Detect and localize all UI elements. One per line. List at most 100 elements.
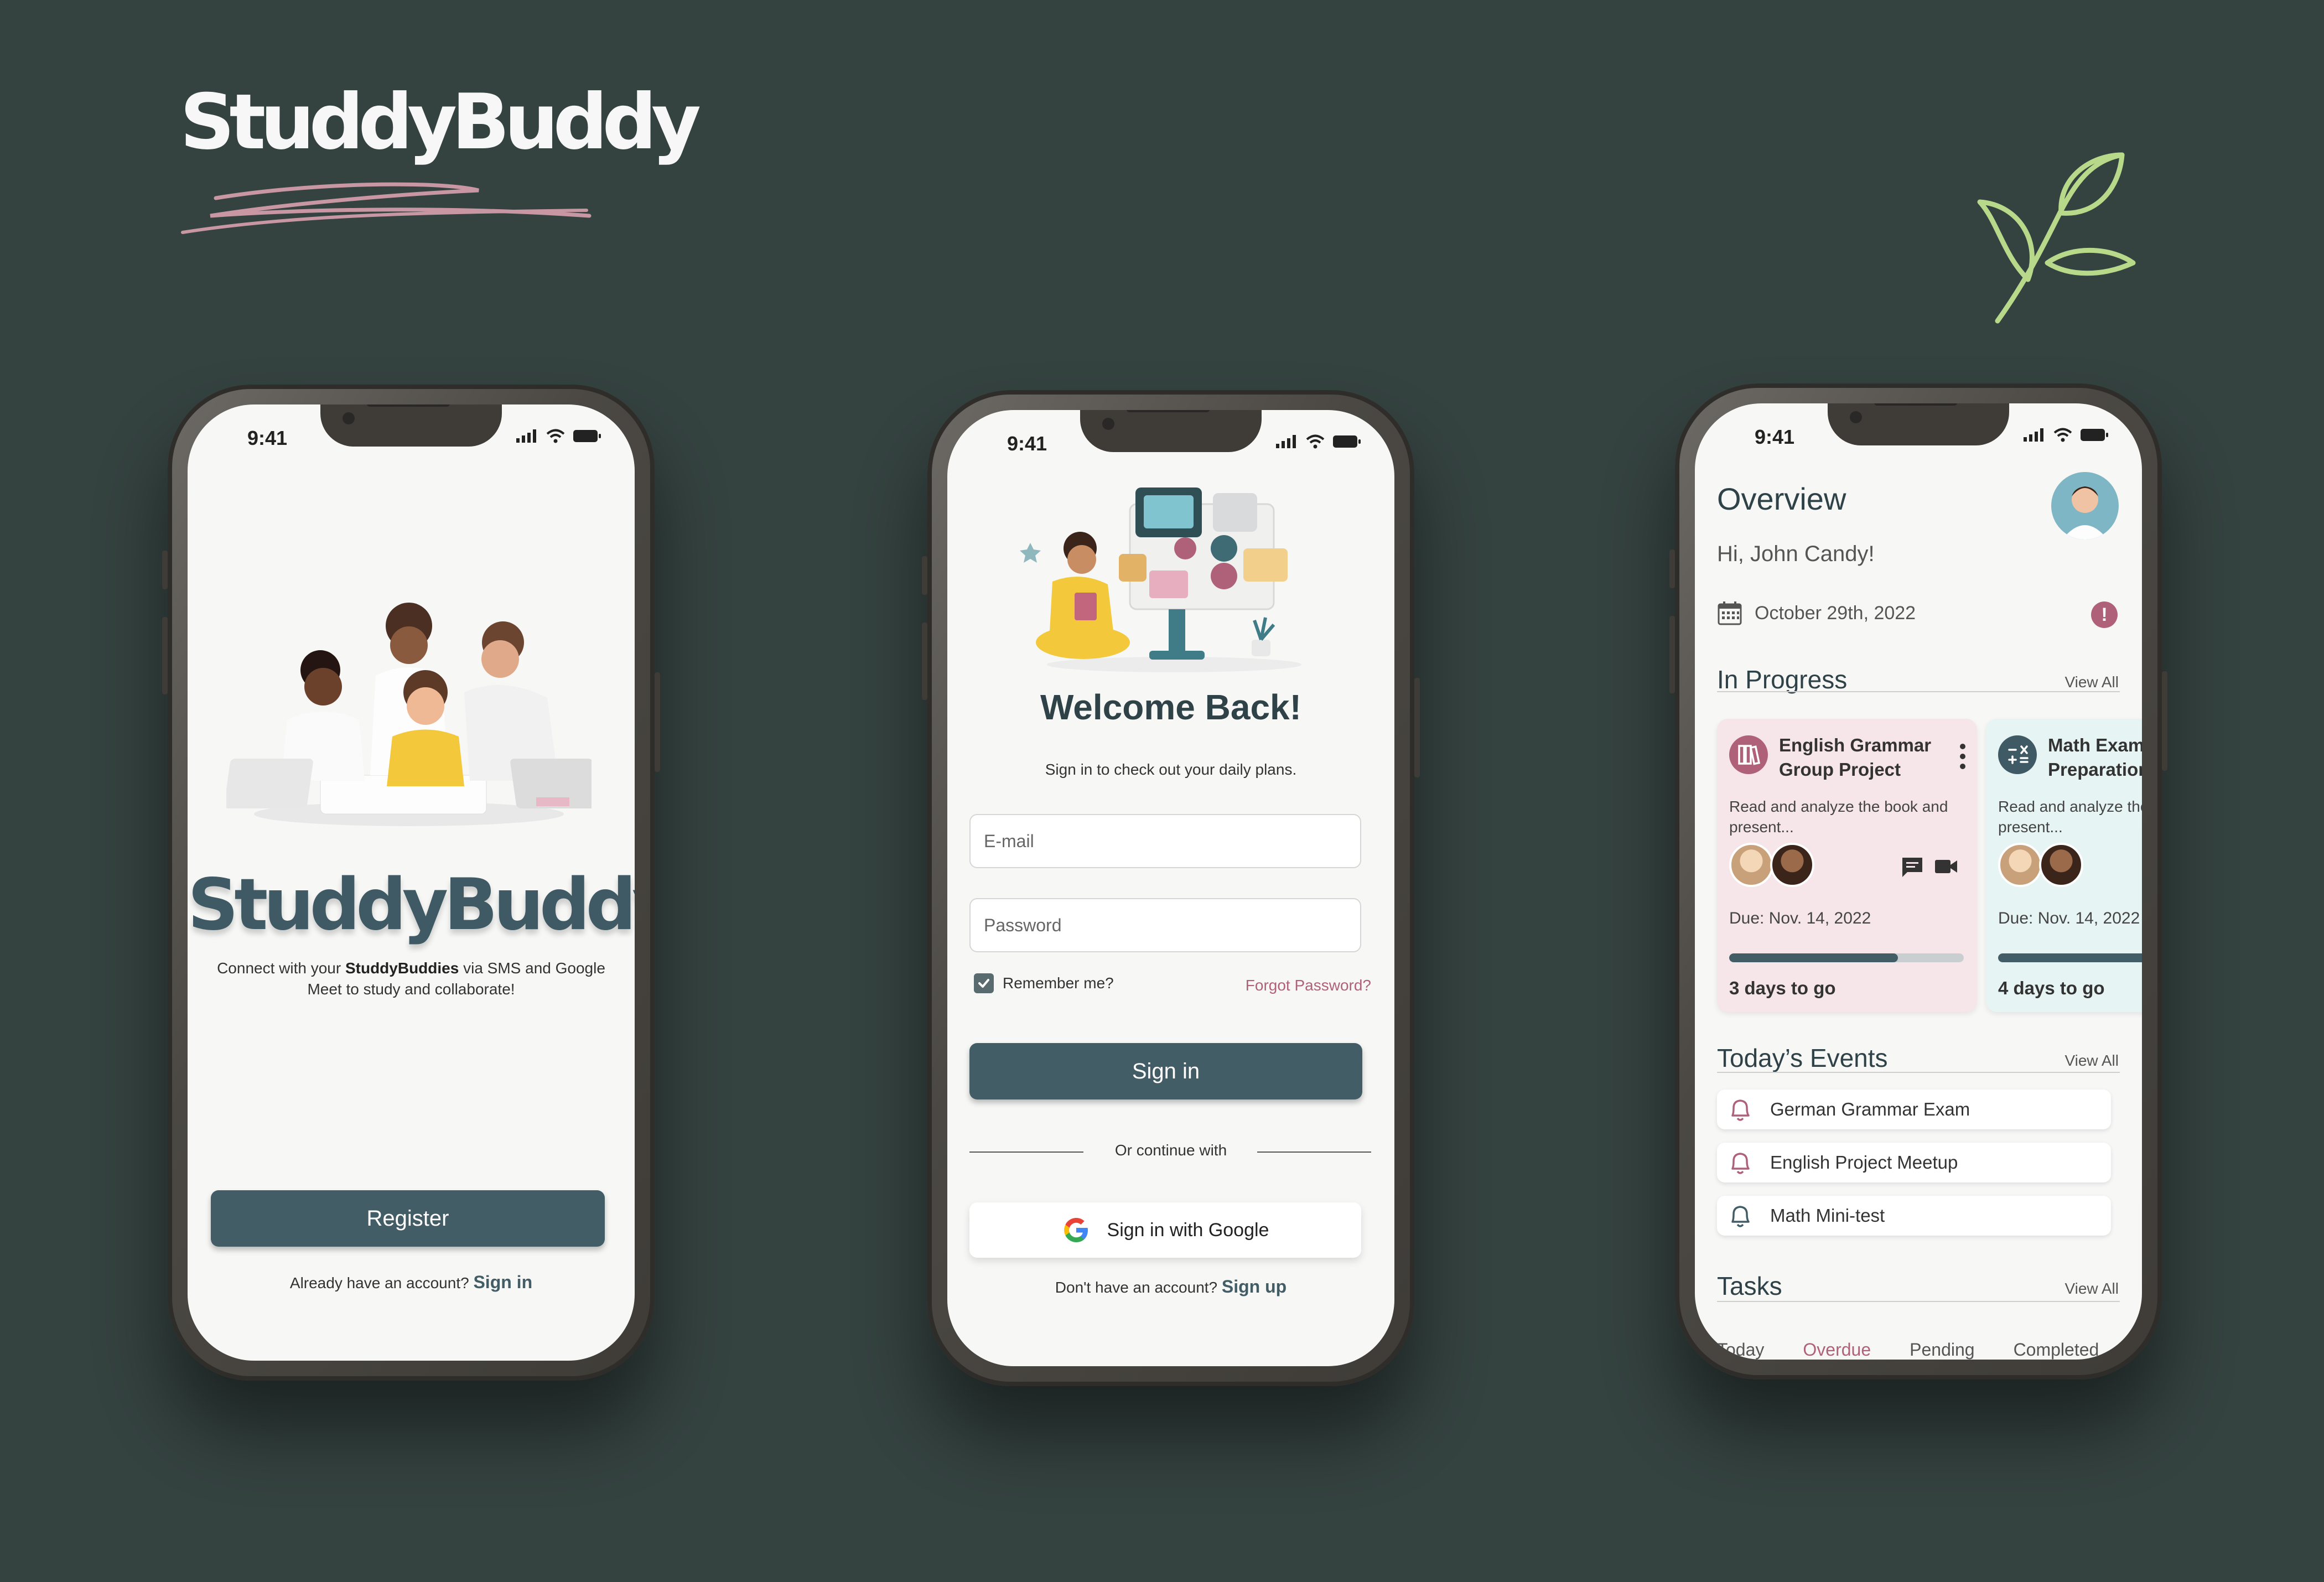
- wifi-icon: [2053, 428, 2072, 442]
- tab-today[interactable]: Today: [1717, 1340, 1764, 1360]
- task-tabs: Today Overdue Pending Completed: [1717, 1340, 2099, 1360]
- task-card[interactable]: Math Exam Preparation Read and analyze t…: [1986, 719, 2142, 1012]
- calendar-icon: [1718, 601, 1742, 625]
- divider-text: Or continue with: [1114, 1142, 1227, 1159]
- video-call-icon[interactable]: [1934, 858, 1958, 875]
- chat-icon[interactable]: [1901, 856, 1924, 878]
- card-due-date: Due: Nov. 14, 2022: [1729, 909, 1871, 927]
- signin-button[interactable]: Sign in: [969, 1043, 1362, 1099]
- login-screen: 9:41 Welcome Back! Sign in to check out …: [947, 410, 1394, 1366]
- app-description: Connect with your StuddyBuddies via SMS …: [217, 959, 605, 998]
- event-item[interactable]: German Grammar Exam: [1717, 1090, 2111, 1129]
- tab-completed[interactable]: Completed: [2014, 1340, 2099, 1360]
- wifi-icon: [546, 429, 565, 443]
- check-icon: [978, 979, 989, 988]
- status-icons: [1276, 434, 1361, 449]
- greeting: Hi, John Candy!: [1717, 542, 1875, 566]
- overview-screen: 9:41 Overview Hi, John Candy! October 29…: [1695, 403, 2142, 1360]
- card-title: Math Exam Preparation: [2048, 735, 2142, 780]
- brand-underline-swoosh: [181, 182, 592, 234]
- current-date: October 29th, 2022: [1755, 602, 1916, 624]
- section-divider: [1717, 691, 2120, 692]
- card-description: Read and analyze the book and present...: [1729, 798, 1948, 836]
- event-label: German Grammar Exam: [1770, 1099, 1970, 1119]
- password-field[interactable]: Password: [969, 898, 1361, 952]
- card-title: English Grammar Group Project: [1779, 735, 1932, 780]
- date-row: October 29th, 2022: [1717, 600, 1916, 626]
- battery-icon: [573, 430, 601, 442]
- landing-screen: 9:41 StuddyBuddy Connect with your Studd…: [188, 404, 635, 1361]
- battery-icon: [1333, 435, 1361, 448]
- signal-icon: [1276, 435, 1296, 448]
- member-avatar: [2039, 843, 2083, 887]
- events-view-all[interactable]: View All: [2064, 1052, 2119, 1070]
- card-time-left: 4 days to go: [1998, 978, 2105, 998]
- alert-icon[interactable]: !: [2091, 601, 2118, 628]
- welcome-title: Welcome Back!: [1040, 687, 1301, 727]
- status-time: 9:41: [247, 427, 288, 449]
- remember-me[interactable]: Remember me?: [974, 973, 1114, 993]
- card-time-left: 3 days to go: [1729, 978, 1836, 998]
- events-title: Today’s Events: [1717, 1044, 1888, 1072]
- google-signin-button[interactable]: Sign in with Google: [969, 1202, 1361, 1258]
- leaf-icon: [1977, 152, 2136, 324]
- bell-icon: [1731, 1153, 1750, 1174]
- remember-checkbox[interactable]: [974, 973, 994, 993]
- divider-right: [1257, 1152, 1371, 1153]
- tasks-view-all[interactable]: View All: [2064, 1280, 2119, 1298]
- google-signin-label: Sign in with Google: [1107, 1219, 1269, 1241]
- section-divider: [1717, 1301, 2120, 1302]
- signup-prompt: Don't have an account? Sign up: [1055, 1277, 1287, 1296]
- progress-bar: [1729, 953, 1964, 962]
- app-title: StuddyBuddy: [188, 864, 635, 946]
- forgot-password-link[interactable]: Forgot Password?: [1246, 977, 1371, 994]
- in-progress-title: In Progress: [1717, 665, 1848, 694]
- signal-icon: [2024, 428, 2043, 442]
- notch: [320, 404, 502, 447]
- signin-prompt: Already have an account? Sign in: [289, 1272, 533, 1292]
- tab-overdue[interactable]: Overdue: [1803, 1340, 1871, 1360]
- phone-login: 9:41 Welcome Back! Sign in to check out …: [922, 390, 1420, 1386]
- bell-icon: [1731, 1206, 1750, 1227]
- section-divider: [1717, 1072, 2120, 1073]
- register-button[interactable]: Register: [211, 1190, 605, 1247]
- books-icon: [1729, 735, 1768, 774]
- event-label: English Project Meetup: [1770, 1152, 1958, 1173]
- students-illustration: [226, 603, 592, 826]
- google-icon: [1064, 1218, 1088, 1242]
- email-field[interactable]: E-mail: [969, 814, 1361, 868]
- progress-fill: [1998, 953, 2142, 962]
- status-icons: [516, 429, 601, 443]
- member-avatar: [1770, 843, 1814, 887]
- in-progress-view-all[interactable]: View All: [2064, 673, 2119, 691]
- status-time: 9:41: [1007, 432, 1047, 455]
- profile-avatar[interactable]: [2051, 472, 2119, 540]
- welcome-subtitle: Sign in to check out your daily plans.: [1045, 761, 1297, 778]
- calculator-icon: [1998, 735, 2037, 774]
- tasks-title: Tasks: [1717, 1272, 1782, 1300]
- task-card[interactable]: English Grammar Group Project Read and a…: [1717, 719, 1977, 1012]
- status-icons: [2024, 428, 2109, 442]
- status-time: 9:41: [1755, 426, 1795, 448]
- notch: [1080, 410, 1262, 452]
- card-description: Read and analyze the book and present...: [1998, 798, 2142, 836]
- member-avatar: [1998, 843, 2042, 887]
- battery-icon: [2081, 429, 2108, 441]
- event-item[interactable]: English Project Meetup: [1717, 1143, 2111, 1182]
- signin-link[interactable]: Sign in: [473, 1272, 532, 1292]
- more-options-icon[interactable]: [1959, 743, 1966, 770]
- progress-bar: [1998, 953, 2142, 962]
- event-item[interactable]: Math Mini-test: [1717, 1196, 2111, 1236]
- remember-label: Remember me?: [1003, 974, 1114, 992]
- phone-overview: 9:41 Overview Hi, John Candy! October 29…: [1669, 383, 2167, 1379]
- phone-landing: 9:41 StuddyBuddy Connect with your Studd…: [162, 385, 660, 1381]
- event-label: Math Mini-test: [1770, 1205, 1885, 1226]
- brand-logo-text: StuddyBuddy: [180, 77, 701, 167]
- signup-link[interactable]: Sign up: [1222, 1277, 1286, 1296]
- tab-pending[interactable]: Pending: [1910, 1340, 1974, 1360]
- overview-title: Overview: [1717, 481, 1846, 516]
- signal-icon: [516, 429, 536, 443]
- notch: [1828, 403, 2009, 445]
- card-due-date: Due: Nov. 14, 2022: [1998, 909, 2140, 927]
- bell-icon: [1731, 1099, 1750, 1121]
